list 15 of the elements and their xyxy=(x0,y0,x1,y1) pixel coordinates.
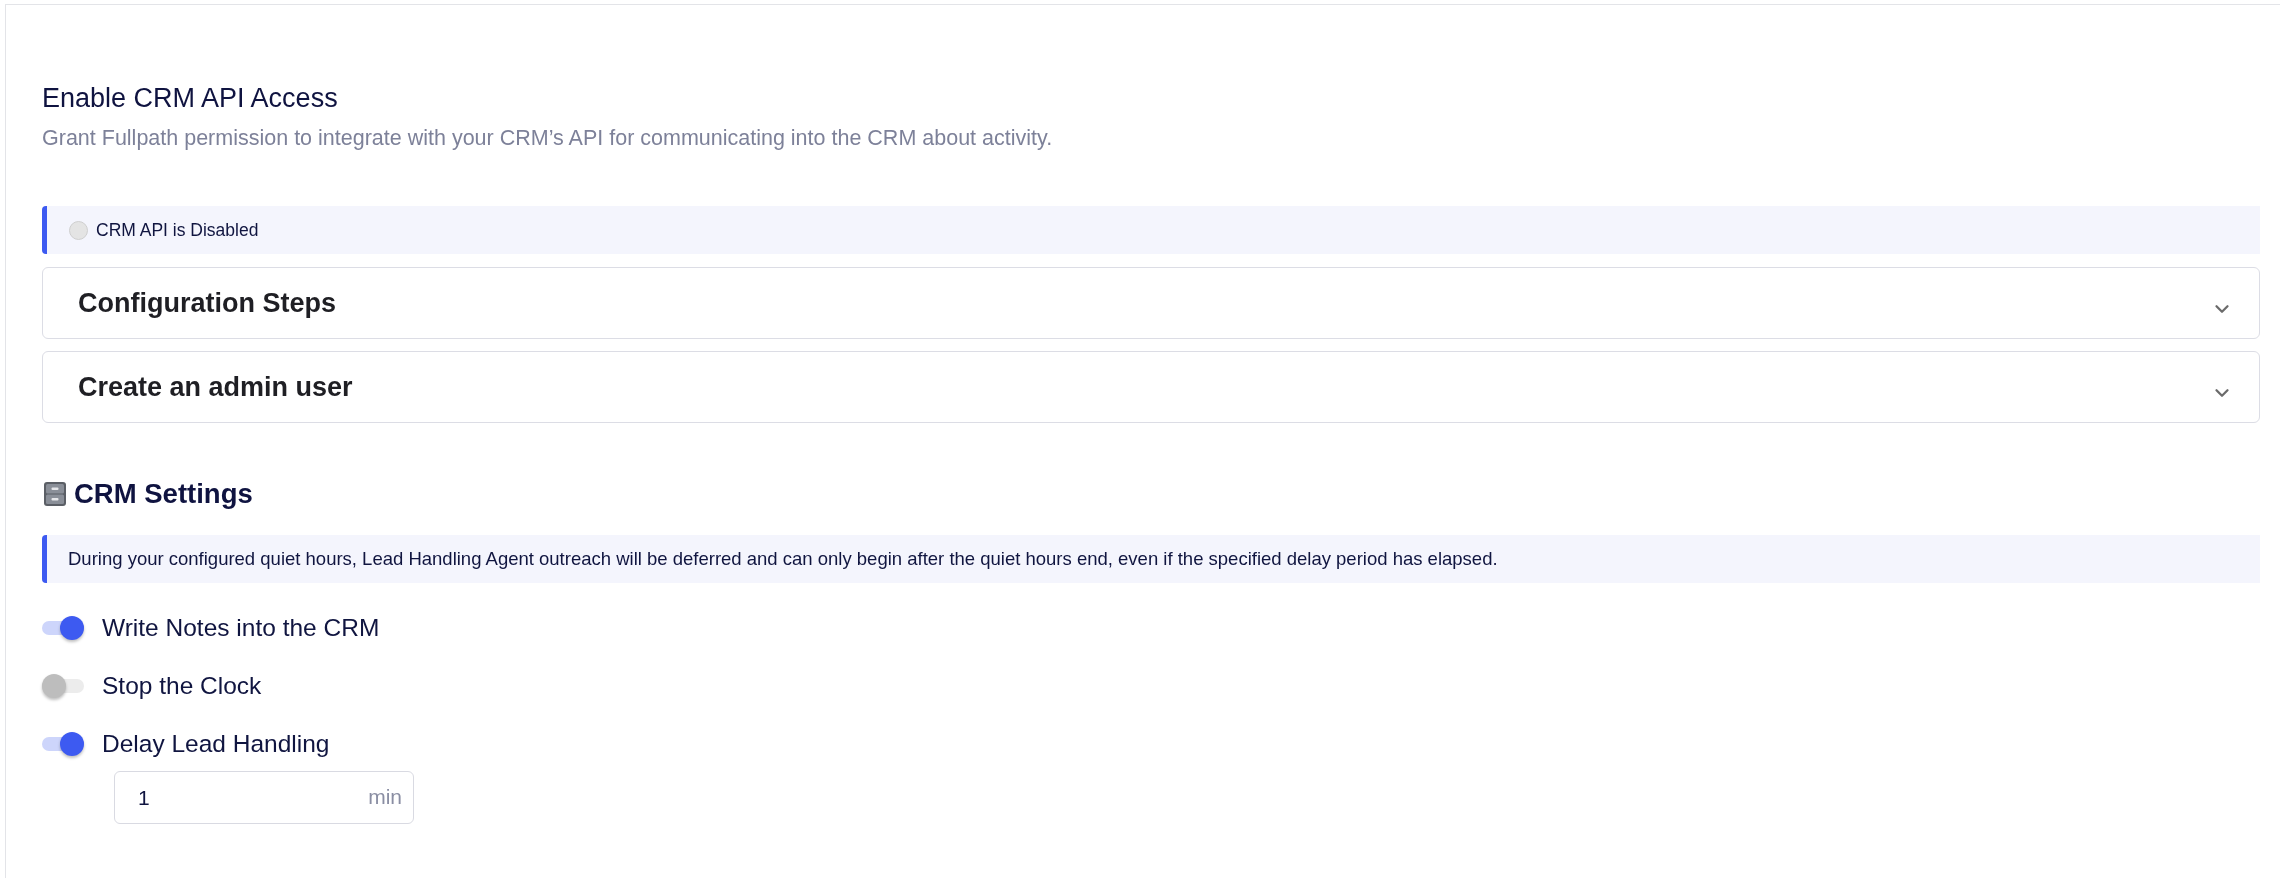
accordion-header[interactable]: Configuration Steps xyxy=(42,267,2260,339)
toggle-switch[interactable] xyxy=(42,732,84,756)
unit-label: min xyxy=(368,784,402,810)
toggle-label: Write Notes into the CRM xyxy=(102,612,380,643)
page-description: Grant Fullpath permission to integrate with your CRM’s API for communicating into the CRM about activity. xyxy=(42,126,1054,150)
quiet-hours-notice: During your configured quiet hours, Lead Handling Agent outreach will be deferred and can only begin after the quiet hours end, even if the specified delay period has elapsed. xyxy=(42,535,2260,583)
section-title: CRM Settings xyxy=(74,478,253,510)
status-text: CRM API is Disabled xyxy=(96,218,259,242)
toggle-label: Stop the Clock xyxy=(102,670,262,701)
toggle-label: Delay Lead Handling xyxy=(102,728,330,759)
toggle-switch[interactable] xyxy=(42,674,84,698)
page-title: Enable CRM API Access xyxy=(42,82,339,114)
accordion-header[interactable]: Create an admin user xyxy=(42,351,2260,423)
file-cabinet-icon xyxy=(42,481,68,507)
toggle-switch[interactable] xyxy=(42,616,84,640)
